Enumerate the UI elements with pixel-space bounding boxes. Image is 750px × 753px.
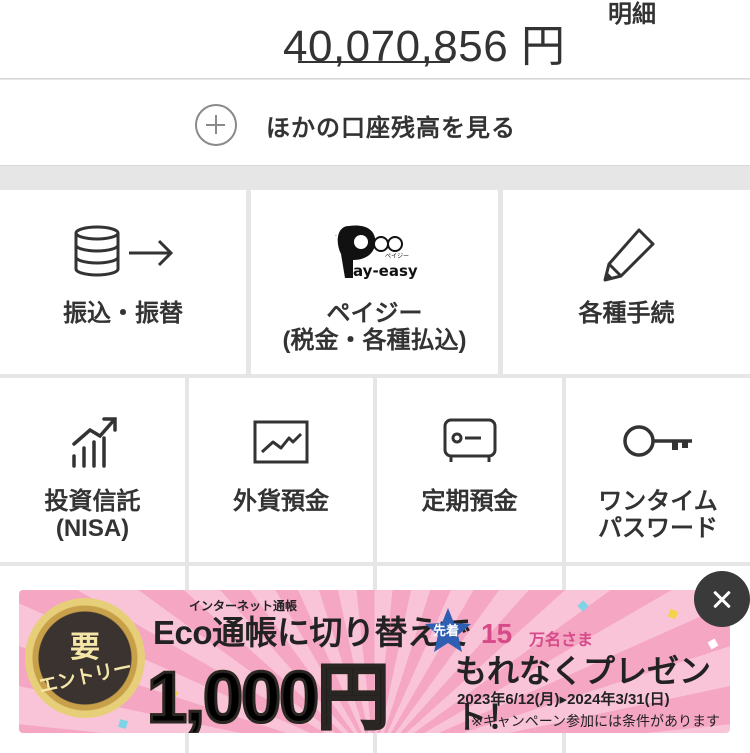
tile-transfer[interactable]: 振込・振替	[0, 190, 246, 374]
confetti-decoration	[577, 600, 589, 612]
other-accounts-button[interactable]: ほかの口座残高を見る	[0, 80, 750, 166]
tile-payeasy[interactable]: · ペイジー ay-easy ペイジー (税金・各種払込)	[251, 190, 498, 374]
tile-procedures[interactable]: 各種手続	[503, 190, 750, 374]
balance-amount[interactable]: 40,070,856 円	[283, 10, 565, 74]
pencil-icon	[603, 228, 655, 282]
tile-investment-trust-label-line2: (NISA)	[55, 515, 130, 542]
tile-investment-trust[interactable]: 投資信託 (NISA)	[0, 378, 185, 562]
safe-icon	[443, 418, 497, 462]
entry-required-seal: 要 エントリー	[25, 598, 145, 718]
banner-period: 2023年6/12(月)▸2024年3/31(日)	[457, 691, 670, 708]
confetti-decoration	[667, 608, 679, 620]
growth-chart-icon	[72, 417, 117, 468]
details-link[interactable]: 明細	[608, 0, 656, 29]
payeasy-logo: · ペイジー ay-easy	[335, 225, 418, 280]
line-chart-icon	[253, 420, 309, 464]
database-transfer-icon	[74, 225, 174, 277]
tile-payeasy-label-line2: (税金・各種払込)	[282, 327, 467, 354]
balance-section: 40,070,856 円 明細	[0, 0, 750, 79]
tile-one-time-password[interactable]: ワンタイム パスワード	[566, 378, 750, 562]
plus-circle-icon	[195, 104, 237, 146]
balance-underline	[298, 61, 450, 63]
payeasy-logo-text: ay-easy	[353, 262, 418, 280]
confetti-decoration	[118, 719, 128, 729]
close-icon[interactable]	[694, 571, 750, 627]
tile-transfer-label: 振込・振替	[63, 300, 183, 327]
tile-one-time-password-label-line2: パスワード	[598, 515, 718, 542]
tile-one-time-password-label-line1: ワンタイム	[598, 488, 718, 515]
key-icon	[623, 425, 692, 457]
tile-investment-trust-label-line1: 投資信託	[44, 488, 141, 515]
banner-amount: 1,000円	[145, 638, 390, 734]
tile-foreign-deposit[interactable]: 外貨預金	[189, 378, 373, 562]
svg-text:·: ·	[335, 233, 337, 240]
payeasy-logo-caption: ペイジー	[385, 253, 409, 260]
tile-time-deposit-label: 定期預金	[421, 488, 518, 515]
tile-time-deposit[interactable]: 定期預金	[377, 378, 562, 562]
tile-foreign-deposit-label: 外貨預金	[233, 488, 329, 515]
tile-payeasy-label-line1: ペイジー	[326, 300, 423, 327]
tile-procedures-label: 各種手続	[578, 300, 675, 327]
banner-note: ※キャンペーン参加には条件があります	[471, 713, 721, 729]
star-badge-text: 先着	[433, 623, 460, 638]
other-accounts-label: ほかの口座残高を見る	[266, 115, 516, 142]
campaign-banner[interactable]: 要 エントリー インターネット通帳 Eco通帳に切り替えで 先着 15 万名さま…	[19, 590, 730, 733]
